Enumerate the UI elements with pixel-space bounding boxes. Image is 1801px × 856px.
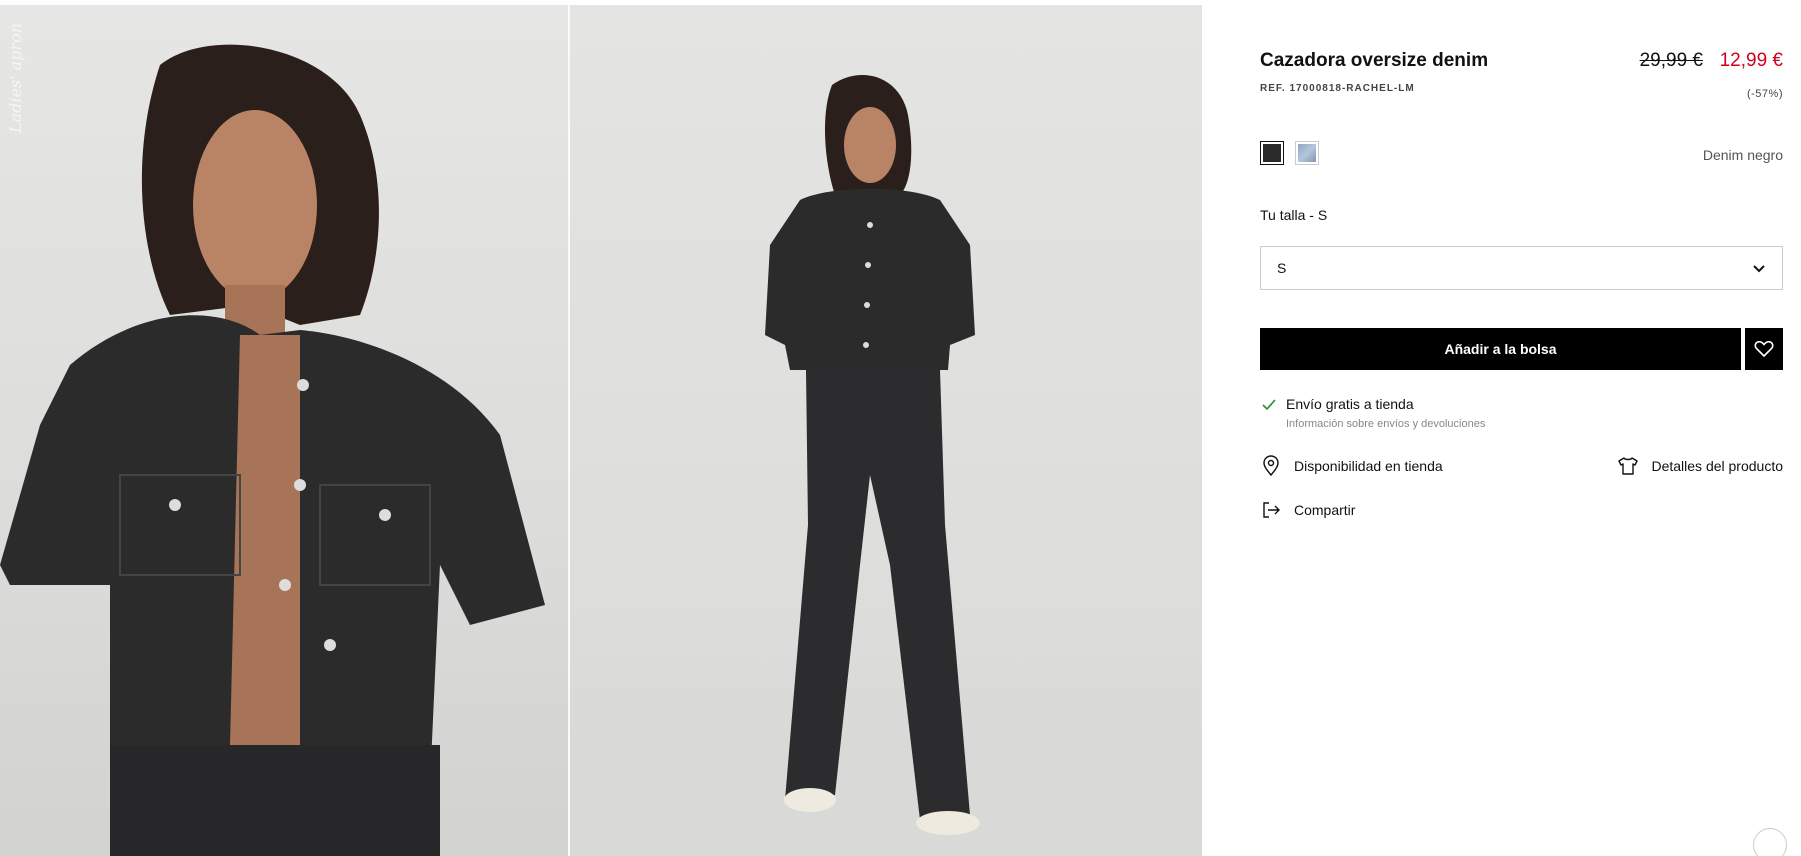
shipping-title: Envío gratis a tienda bbox=[1286, 396, 1414, 412]
product-photo-fullbody[interactable] bbox=[570, 5, 1202, 856]
check-icon bbox=[1262, 399, 1276, 411]
product-details-label: Detalles del producto bbox=[1651, 458, 1783, 474]
product-gallery: Ladies' apron bbox=[0, 0, 1202, 856]
chat-widget-button[interactable] bbox=[1753, 828, 1787, 856]
shipping-info-link[interactable]: Información sobre envíos y devoluciones bbox=[1286, 418, 1485, 430]
swatch-denim-claro[interactable] bbox=[1295, 141, 1319, 165]
swatch-denim-negro[interactable] bbox=[1260, 141, 1284, 165]
product-photo-closeup[interactable]: Ladies' apron bbox=[0, 5, 568, 856]
heart-icon bbox=[1754, 340, 1774, 358]
product-details-link[interactable]: Detalles del producto bbox=[1617, 455, 1783, 477]
location-pin-icon bbox=[1263, 455, 1279, 477]
model-closeup-illustration bbox=[0, 44, 545, 856]
selected-color-name: Denim negro bbox=[1702, 147, 1783, 163]
model-fullbody-illustration bbox=[570, 75, 1202, 856]
sale-price: 12,99 € bbox=[1719, 50, 1783, 71]
size-label: Tu talla - S bbox=[1260, 207, 1328, 223]
tshirt-icon bbox=[1618, 457, 1639, 475]
share-icon bbox=[1263, 502, 1280, 518]
discount-badge: (-57%) bbox=[1746, 88, 1783, 100]
store-availability-link[interactable]: Disponibilidad en tienda bbox=[1260, 455, 1443, 477]
shipping-info: Envío gratis a tienda bbox=[1260, 396, 1414, 414]
share-link[interactable]: Compartir bbox=[1260, 499, 1355, 521]
size-select-value: S bbox=[1277, 260, 1287, 276]
color-swatches bbox=[1260, 141, 1319, 165]
chevron-down-icon bbox=[1753, 265, 1765, 273]
watermark-text: Ladies' apron bbox=[6, 22, 25, 133]
size-select[interactable]: S bbox=[1260, 246, 1783, 290]
share-label: Compartir bbox=[1294, 502, 1356, 518]
store-availability-label: Disponibilidad en tienda bbox=[1294, 458, 1443, 474]
product-title: Cazadora oversize denim bbox=[1260, 50, 1489, 71]
favorite-button[interactable] bbox=[1745, 328, 1783, 370]
add-to-bag-button[interactable]: Añadir a la bolsa bbox=[1260, 328, 1741, 370]
product-info-panel: Cazadora oversize denim REF. 17000818-RA… bbox=[1260, 0, 1787, 856]
product-reference: REF. 17000818-RACHEL-LM bbox=[1260, 83, 1415, 94]
original-price: 29,99 € bbox=[1639, 50, 1703, 71]
